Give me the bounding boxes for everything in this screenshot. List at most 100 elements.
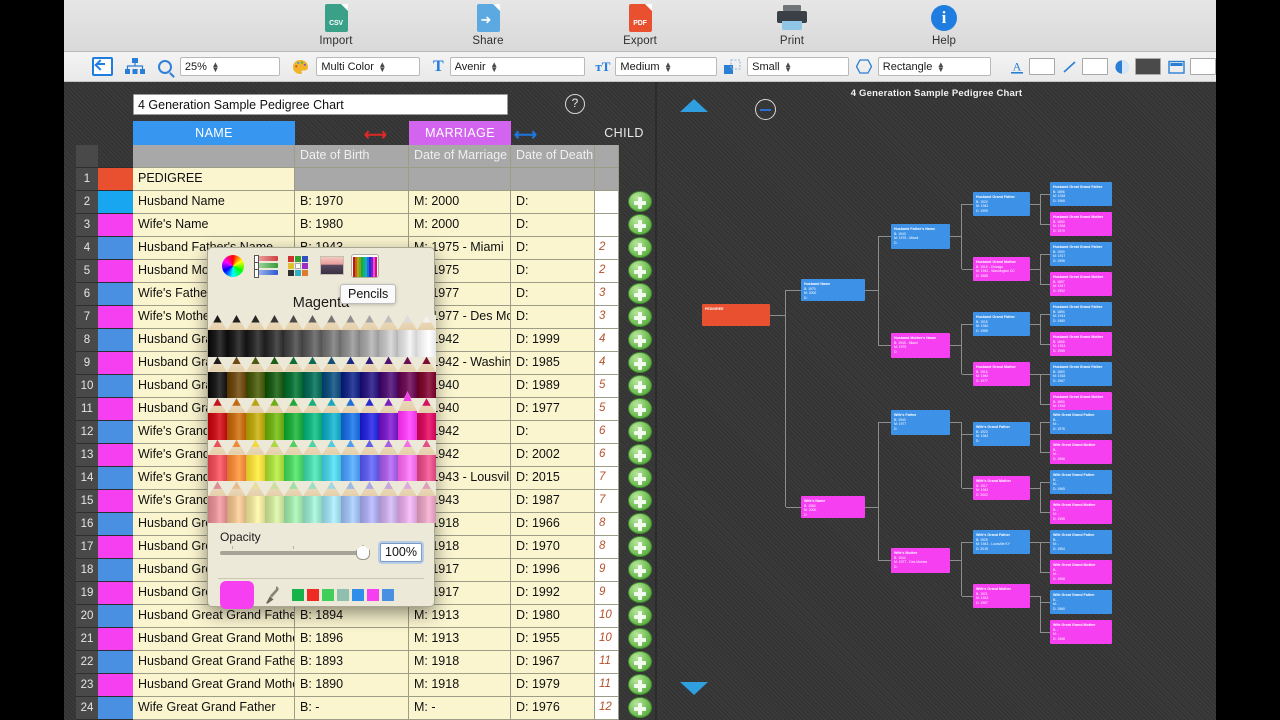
pencil-swatch[interactable] bbox=[398, 315, 417, 357]
background-color-control[interactable] bbox=[1168, 57, 1216, 77]
cell-child[interactable]: 12 bbox=[595, 697, 619, 720]
row-number[interactable]: 17 bbox=[76, 536, 98, 559]
recent-color-swatch[interactable] bbox=[292, 589, 304, 601]
pencils-tab[interactable] bbox=[351, 254, 379, 278]
row-color-swatch[interactable] bbox=[98, 191, 133, 214]
cell-child[interactable]: 11 bbox=[595, 674, 619, 697]
pencil-swatch[interactable] bbox=[360, 481, 379, 523]
marriage-resize-arrow-icon[interactable]: ⟷ bbox=[514, 125, 537, 145]
row-number[interactable]: 22 bbox=[76, 651, 98, 674]
cell-birth[interactable]: B: 1894 bbox=[295, 605, 409, 628]
chart-node[interactable]: Wife's Grand Father B: 1925 M: 1943 - Lous… bbox=[973, 530, 1030, 554]
pencil-swatch[interactable] bbox=[360, 439, 379, 482]
zoom-control[interactable]: 25% ▲ ▼ bbox=[157, 57, 280, 77]
zoom-out-button[interactable] bbox=[755, 99, 776, 120]
row-number[interactable]: 13 bbox=[76, 444, 98, 467]
chart-node[interactable]: Husband Great Grand Mother B: 1890 M: 1918… bbox=[1050, 212, 1112, 236]
row-number[interactable]: 1 bbox=[76, 168, 98, 191]
row-color-swatch[interactable] bbox=[98, 490, 133, 513]
pencil-swatch[interactable] bbox=[398, 391, 417, 440]
add-row-button[interactable] bbox=[628, 605, 652, 626]
pencil-swatch[interactable] bbox=[208, 356, 227, 399]
cell-death[interactable]: D: 1976 bbox=[511, 697, 595, 720]
cell-birth[interactable]: B: 1890 bbox=[295, 674, 409, 697]
add-row-button[interactable] bbox=[628, 283, 652, 304]
recent-color-swatch[interactable] bbox=[322, 589, 334, 601]
row-number[interactable]: 4 bbox=[76, 237, 98, 260]
pencil-swatch[interactable] bbox=[265, 439, 284, 482]
recent-color-swatch[interactable] bbox=[337, 589, 349, 601]
cell-death[interactable]: D: 2002 bbox=[511, 444, 595, 467]
add-row-button[interactable] bbox=[628, 214, 652, 235]
row-number[interactable]: 2 bbox=[76, 191, 98, 214]
cell-name[interactable]: PEDIGREE bbox=[133, 168, 295, 191]
pencil-swatch[interactable] bbox=[246, 315, 265, 357]
cell-child[interactable] bbox=[595, 191, 619, 214]
chart-node[interactable]: Wife's Grand Father B: 1923 M: 1942 D: bbox=[973, 422, 1030, 446]
cell-marriage[interactable]: M: 1918 bbox=[409, 651, 511, 674]
pencil-swatch[interactable] bbox=[227, 439, 246, 482]
cell-death[interactable]: D: 1970 bbox=[511, 536, 595, 559]
text-color-swatch[interactable] bbox=[1028, 58, 1055, 75]
table-row[interactable]: 3 Wife's Name B: 1980 M: 2000 D: bbox=[64, 214, 655, 237]
pencil-swatch[interactable] bbox=[208, 315, 227, 357]
row-number[interactable]: 24 bbox=[76, 697, 98, 720]
cell-child[interactable]: 4 bbox=[595, 329, 619, 352]
table-row[interactable]: 20 Husband Great Grand Father B: 1894 M: 19… bbox=[64, 605, 655, 628]
pencil-swatch[interactable] bbox=[208, 398, 227, 440]
row-color-swatch[interactable] bbox=[98, 536, 133, 559]
zoom-stepper[interactable]: ▲ ▼ bbox=[210, 60, 221, 73]
shape-stepper[interactable]: ▲ ▼ bbox=[935, 60, 946, 73]
cell-name[interactable]: Husband Great Grand Mother bbox=[133, 674, 295, 697]
cell-child[interactable]: 10 bbox=[595, 628, 619, 651]
cell-child[interactable]: 8 bbox=[595, 536, 619, 559]
row-color-swatch[interactable] bbox=[98, 513, 133, 536]
row-number[interactable]: 18 bbox=[76, 559, 98, 582]
pencil-swatch[interactable] bbox=[246, 481, 265, 523]
cell-death[interactable]: D: bbox=[511, 306, 595, 329]
cell-child[interactable] bbox=[595, 168, 619, 191]
pencil-swatch[interactable] bbox=[303, 481, 322, 523]
box-size-stepper[interactable]: ▲ ▼ bbox=[783, 60, 794, 73]
add-row-button[interactable] bbox=[628, 421, 652, 442]
cell-birth[interactable]: B: 1980 bbox=[295, 214, 409, 237]
row-color-swatch[interactable] bbox=[98, 306, 133, 329]
pencil-swatch[interactable] bbox=[417, 439, 436, 482]
cell-child[interactable]: 5 bbox=[595, 398, 619, 421]
table-row[interactable]: 2 Husband Name B: 1970 M: 2000 D: bbox=[64, 191, 655, 214]
pencil-swatch[interactable] bbox=[360, 315, 379, 357]
color-picker-panel[interactable]: Magenta Pencils Opacity 100% bbox=[207, 247, 436, 609]
row-number[interactable]: 6 bbox=[76, 283, 98, 306]
cell-child[interactable]: 5 bbox=[595, 375, 619, 398]
font-control[interactable]: T Avenir ▲ ▼ bbox=[427, 57, 585, 77]
font-size-combo[interactable]: Medium ▲ ▼ bbox=[615, 57, 718, 76]
cell-child[interactable]: 11 bbox=[595, 651, 619, 674]
row-number[interactable]: 10 bbox=[76, 375, 98, 398]
chart-node[interactable]: Wife's Name B: 1980 M: 2000 D: bbox=[801, 496, 865, 518]
line-color-swatch[interactable] bbox=[1081, 58, 1108, 75]
row-color-swatch[interactable] bbox=[98, 628, 133, 651]
row-color-swatch[interactable] bbox=[98, 651, 133, 674]
font-size-control[interactable]: тT Medium ▲ ▼ bbox=[591, 57, 718, 77]
add-row-button[interactable] bbox=[628, 398, 652, 419]
chart-node[interactable]: Wife Great Grand Mother B: - M: - D: 1968 bbox=[1050, 620, 1112, 644]
pencil-swatch[interactable] bbox=[303, 398, 322, 440]
row-color-swatch[interactable] bbox=[98, 283, 133, 306]
fill-color-swatch[interactable] bbox=[1135, 58, 1162, 75]
add-row-button[interactable] bbox=[628, 467, 652, 488]
toolbar-button-export[interactable]: PDF Export bbox=[593, 3, 687, 47]
cell-marriage[interactable]: M: 1913 bbox=[409, 628, 511, 651]
cell-child[interactable]: 10 bbox=[595, 605, 619, 628]
pencil-swatch[interactable] bbox=[303, 439, 322, 482]
chart-node[interactable]: Wife's Father B: 1940 M: 1977 D: bbox=[891, 410, 950, 435]
cell-birth[interactable] bbox=[295, 168, 409, 191]
row-color-swatch[interactable] bbox=[98, 697, 133, 720]
row-number[interactable]: 14 bbox=[76, 467, 98, 490]
cell-child[interactable]: 2 bbox=[595, 260, 619, 283]
cell-child[interactable]: 3 bbox=[595, 306, 619, 329]
chart-node[interactable]: Husband Mother's Name B: 1945 - Miami M: 1… bbox=[891, 333, 950, 358]
cell-death[interactable]: D: 1992 bbox=[511, 582, 595, 605]
cell-death[interactable]: D: bbox=[511, 237, 595, 260]
cell-child[interactable]: 7 bbox=[595, 467, 619, 490]
cell-death[interactable]: D: 1989 bbox=[511, 375, 595, 398]
